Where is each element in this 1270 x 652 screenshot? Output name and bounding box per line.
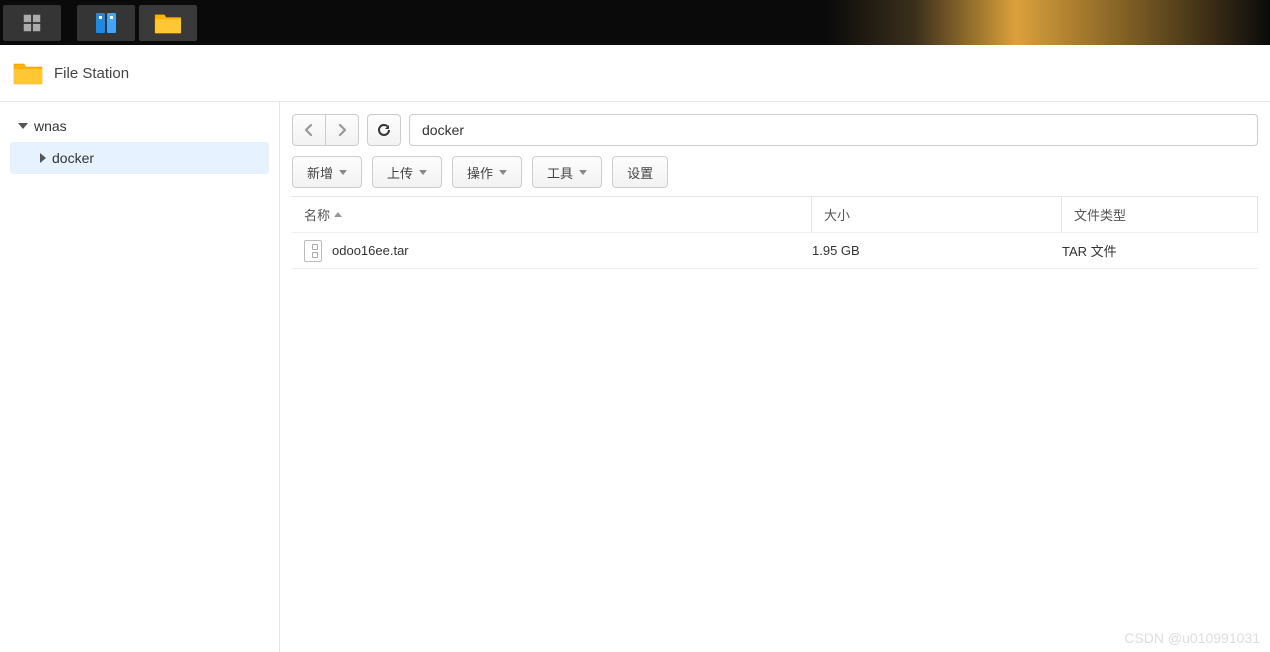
column-header-size[interactable]: 大小 (812, 197, 1062, 232)
chevron-left-icon (303, 123, 315, 137)
taskbar-package-center[interactable] (77, 5, 135, 41)
package-icon (92, 9, 120, 37)
file-station-window: File Station wnas docker (0, 45, 1270, 652)
sidebar: wnas docker (0, 102, 280, 652)
caret-down-icon (339, 170, 347, 175)
tools-button[interactable]: 工具 (532, 156, 602, 188)
refresh-icon (376, 122, 392, 138)
chevron-down-icon (18, 123, 28, 129)
file-name: odoo16ee.tar (332, 243, 409, 258)
chevron-right-icon (336, 123, 348, 137)
forward-button[interactable] (325, 114, 359, 146)
sort-ascending-icon (334, 212, 342, 217)
column-header-name[interactable]: 名称 (292, 197, 812, 232)
table-row[interactable]: odoo16ee.tar 1.95 GB TAR 文件 (292, 233, 1258, 269)
taskbar (0, 0, 1270, 45)
file-type: TAR 文件 (1062, 241, 1258, 260)
folder-icon (153, 11, 183, 35)
file-size: 1.95 GB (812, 243, 1062, 258)
caret-down-icon (499, 170, 507, 175)
tree-root-label: wnas (34, 118, 67, 134)
archive-file-icon (304, 240, 322, 262)
refresh-button[interactable] (367, 114, 401, 146)
caret-down-icon (419, 170, 427, 175)
tree-node-root[interactable]: wnas (10, 110, 269, 142)
toolbar: 新增 上传 操作 工具 设置 (292, 156, 1258, 188)
titlebar: File Station (0, 45, 1270, 101)
nav-row (292, 114, 1258, 146)
chevron-right-icon (40, 153, 46, 163)
tree-child-label: docker (52, 150, 94, 166)
main-panel: 新增 上传 操作 工具 设置 (280, 102, 1270, 652)
file-table: 名称 大小 文件类型 odoo16ee.tar 1.95 GB (292, 196, 1258, 652)
folder-icon (12, 60, 44, 86)
taskbar-file-station[interactable] (139, 5, 197, 41)
taskbar-apps-button[interactable] (3, 5, 61, 41)
action-button[interactable]: 操作 (452, 156, 522, 188)
watermark: CSDN @u010991031 (1124, 630, 1260, 646)
tree-node-docker[interactable]: docker (10, 142, 269, 174)
settings-button[interactable]: 设置 (612, 156, 668, 188)
table-header: 名称 大小 文件类型 (292, 197, 1258, 233)
column-header-type[interactable]: 文件类型 (1062, 197, 1258, 232)
back-button[interactable] (292, 114, 326, 146)
path-input[interactable] (409, 114, 1258, 146)
upload-button[interactable]: 上传 (372, 156, 442, 188)
apps-icon (21, 12, 43, 34)
app-title: File Station (54, 65, 129, 82)
caret-down-icon (579, 170, 587, 175)
new-button[interactable]: 新增 (292, 156, 362, 188)
